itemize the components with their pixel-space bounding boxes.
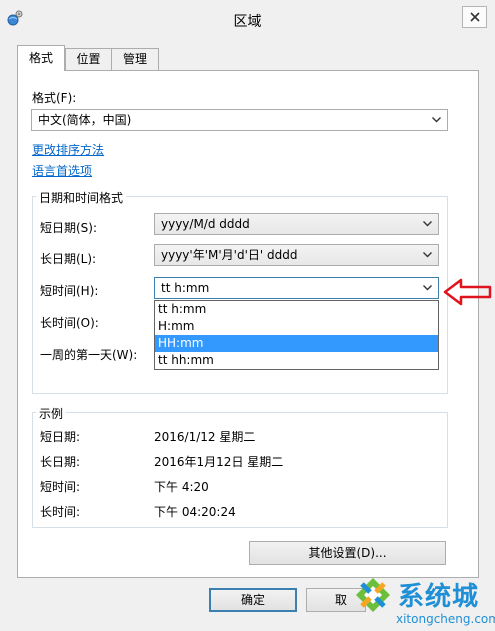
site-watermark: 系统城 xitongcheng.com xyxy=(352,572,495,631)
window-title: 区域 xyxy=(233,14,262,30)
example-long-date-value: 2016年1月12日 星期二 xyxy=(154,455,284,469)
close-button[interactable] xyxy=(462,6,487,28)
short-time-value: tt h:mm xyxy=(161,281,210,295)
short-date-value: yyyy/M/d dddd xyxy=(161,217,250,231)
short-time-select[interactable]: tt h:mm xyxy=(154,277,439,299)
close-icon xyxy=(470,12,480,22)
format-select[interactable]: 中文(简体，中国) xyxy=(31,109,448,131)
example-short-time-value: 下午 4:20 xyxy=(154,480,209,494)
dropdown-option[interactable]: H:mm xyxy=(155,318,438,335)
watermark-brand: 系统城 xyxy=(398,582,480,612)
watermark-url: xitongcheng.com xyxy=(396,612,495,626)
chevron-down-icon xyxy=(432,117,441,123)
short-date-select[interactable]: yyyy/M/d dddd xyxy=(154,213,439,235)
chevron-down-icon xyxy=(423,285,432,291)
datetime-group-title: 日期和时间格式 xyxy=(36,189,127,206)
format-select-value: 中文(简体，中国) xyxy=(38,113,132,127)
format-label: 格式(F): xyxy=(32,91,77,105)
language-preferences-link[interactable]: 语言首选项 xyxy=(32,162,92,179)
example-short-date-label: 短日期: xyxy=(40,430,81,444)
change-sort-link[interactable]: 更改排序方法 xyxy=(32,141,104,158)
dropdown-option-selected[interactable]: HH:mm xyxy=(155,335,438,352)
example-short-time-label: 短时间: xyxy=(40,480,81,494)
example-group-title: 示例 xyxy=(36,405,67,422)
dropdown-option[interactable]: tt hh:mm xyxy=(155,352,438,369)
example-long-time-value: 下午 04:20:24 xyxy=(154,505,236,519)
dropdown-option[interactable]: tt h:mm xyxy=(155,301,438,318)
short-time-dropdown-list[interactable]: tt h:mm H:mm HH:mm tt hh:mm xyxy=(154,300,439,370)
red-arrow-annotation xyxy=(443,278,492,306)
ok-button[interactable]: 确定 xyxy=(209,588,297,612)
long-date-label: 长日期(L): xyxy=(40,252,97,266)
first-day-of-week-label: 一周的第一天(W): xyxy=(40,348,138,362)
long-date-select[interactable]: yyyy'年'M'月'd'日' dddd xyxy=(154,244,439,266)
chevron-down-icon xyxy=(423,252,432,258)
long-date-value: yyyy'年'M'月'd'日' dddd xyxy=(161,248,298,262)
example-long-time-label: 长时间: xyxy=(40,505,81,519)
short-time-label: 短时间(H): xyxy=(40,284,99,298)
site-logo-icon xyxy=(356,578,390,612)
other-settings-button[interactable]: 其他设置(D)... xyxy=(249,541,446,565)
tab-admin[interactable]: 管理 xyxy=(111,48,159,70)
example-long-date-label: 长日期: xyxy=(40,455,81,469)
tab-format[interactable]: 格式 xyxy=(17,45,65,71)
tab-location[interactable]: 位置 xyxy=(65,48,112,70)
example-short-date-value: 2016/1/12 星期二 xyxy=(154,430,256,444)
long-time-label: 长时间(O): xyxy=(40,316,99,330)
short-date-label: 短日期(S): xyxy=(40,221,98,235)
chevron-down-icon xyxy=(423,221,432,227)
